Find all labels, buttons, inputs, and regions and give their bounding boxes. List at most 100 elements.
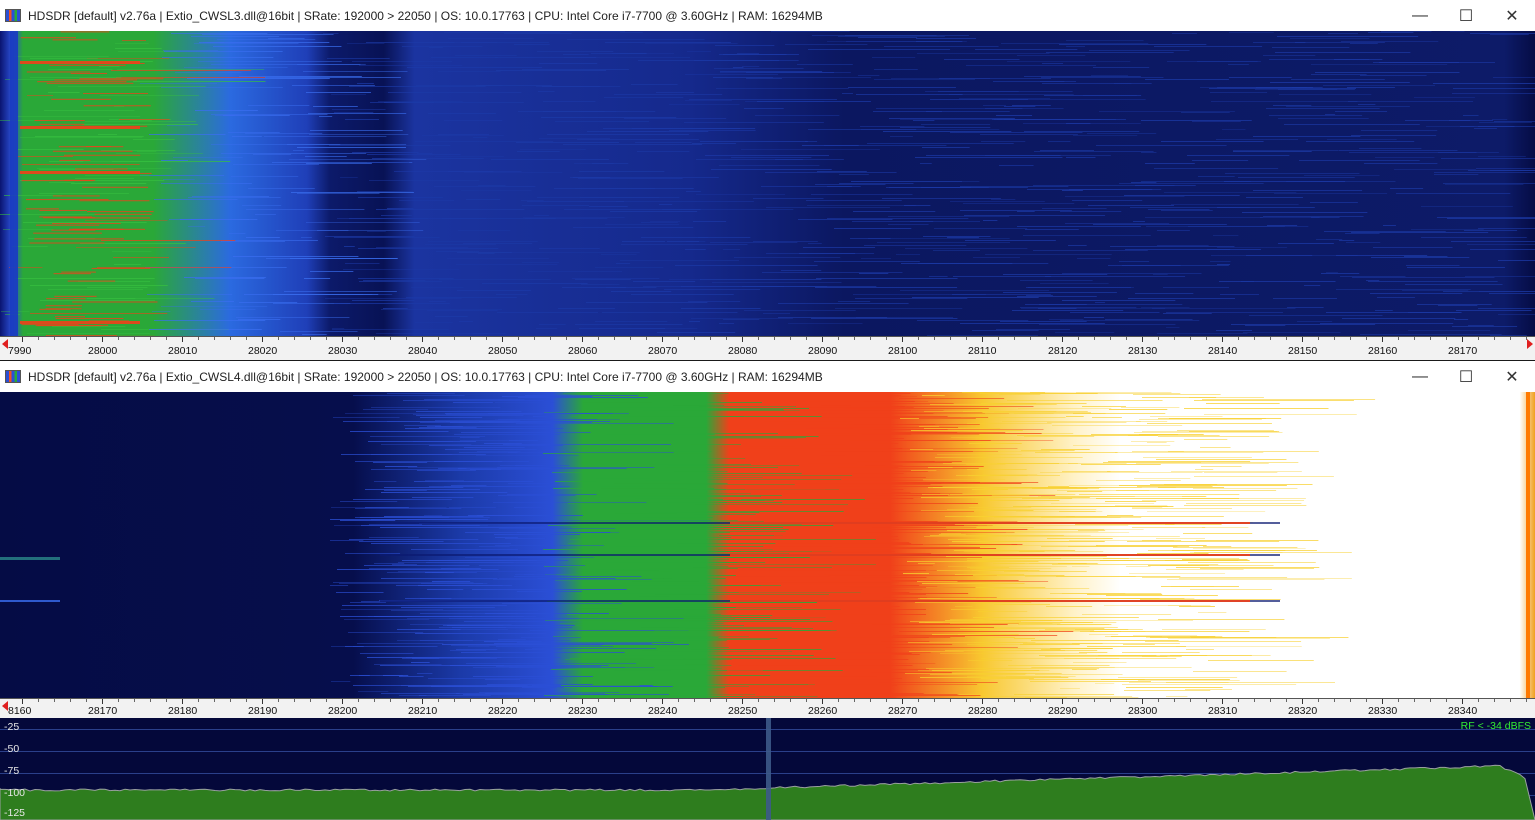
scale-minor-tick <box>1014 337 1015 340</box>
scale-minor-tick <box>1446 337 1447 340</box>
minimize-button[interactable]: — <box>1397 0 1443 31</box>
close-button[interactable]: ✕ <box>1489 0 1535 31</box>
scale-minor-tick <box>566 699 567 702</box>
spectrum-display[interactable]: -25 -50 -75 -100 -125 RF < -34 dBFS <box>0 718 1535 820</box>
title-bar[interactable]: HDSDR [default] v2.76a | Extio_CWSL4.dll… <box>0 361 1535 392</box>
scale-label: 28300 <box>1128 705 1158 717</box>
scale-minor-tick <box>1126 699 1127 702</box>
hdsdr-window-cwsl4: HDSDR [default] v2.76a | Extio_CWSL4.dll… <box>0 361 1535 820</box>
scale-minor-tick <box>438 699 439 702</box>
title-bar[interactable]: HDSDR [default] v2.76a | Extio_CWSL3.dll… <box>0 0 1535 31</box>
scale-minor-tick <box>230 699 231 702</box>
scale-minor-tick <box>1286 337 1287 340</box>
scale-tick <box>22 337 23 342</box>
scale-minor-tick <box>486 699 487 702</box>
scale-label: 28330 <box>1368 705 1398 717</box>
scale-tick <box>1462 337 1463 342</box>
scale-label: 28280 <box>968 705 998 717</box>
scale-label: 28290 <box>1048 705 1078 717</box>
scale-label: 28010 <box>168 345 198 357</box>
scale-minor-tick <box>934 337 935 340</box>
scale-minor-tick <box>1510 699 1511 702</box>
scale-minor-tick <box>1430 699 1431 702</box>
scroll-right-arrow-icon[interactable] <box>1527 339 1533 349</box>
scale-minor-tick <box>998 337 999 340</box>
scale-minor-tick <box>870 699 871 702</box>
scale-label: 28250 <box>728 705 758 717</box>
scale-minor-tick <box>854 699 855 702</box>
scale-minor-tick <box>358 337 359 340</box>
scale-minor-tick <box>1238 337 1239 340</box>
scale-minor-tick <box>678 337 679 340</box>
scale-tick <box>502 337 503 342</box>
scale-tick <box>422 337 423 342</box>
scale-tick <box>1382 337 1383 342</box>
scale-minor-tick <box>134 337 135 340</box>
scale-label: 28160 <box>1368 345 1398 357</box>
scale-minor-tick <box>758 337 759 340</box>
scale-minor-tick <box>1366 699 1367 702</box>
close-button[interactable]: ✕ <box>1489 361 1535 392</box>
db-label: -100 <box>4 787 26 799</box>
scale-minor-tick <box>1366 337 1367 340</box>
scale-minor-tick <box>214 699 215 702</box>
scale-label: 28170 <box>88 705 118 717</box>
scale-minor-tick <box>1014 699 1015 702</box>
scale-tick <box>1062 337 1063 342</box>
maximize-button[interactable]: ☐ <box>1443 361 1489 392</box>
scale-tick <box>582 699 583 704</box>
scale-label: 28260 <box>808 705 838 717</box>
scale-tick <box>1462 699 1463 704</box>
scale-minor-tick <box>374 699 375 702</box>
scale-label: 28100 <box>888 345 918 357</box>
scale-minor-tick <box>358 699 359 702</box>
scale-label: 28270 <box>888 705 918 717</box>
frequency-scale[interactable]: 7990 28000 28010 28020 28030 28040 28050 28060 2… <box>0 336 1535 360</box>
scale-minor-tick <box>694 337 695 340</box>
maximize-button[interactable]: ☐ <box>1443 0 1489 31</box>
scale-minor-tick <box>806 337 807 340</box>
scale-minor-tick <box>646 699 647 702</box>
scale-tick <box>1302 337 1303 342</box>
scale-minor-tick <box>150 337 151 340</box>
scale-minor-tick <box>38 337 39 340</box>
scale-label: 28190 <box>248 705 278 717</box>
scale-tick <box>822 699 823 704</box>
scale-label: 28200 <box>328 705 358 717</box>
scale-minor-tick <box>614 699 615 702</box>
scale-minor-tick <box>566 337 567 340</box>
scale-minor-tick <box>86 337 87 340</box>
minimize-button[interactable]: — <box>1397 361 1443 392</box>
scale-tick <box>182 699 183 704</box>
scale-minor-tick <box>198 699 199 702</box>
scale-minor-tick <box>518 699 519 702</box>
scale-minor-tick <box>310 337 311 340</box>
frequency-scale[interactable]: 8160 28170 28180 28190 28200 28210 28220 28230 2… <box>0 698 1535 719</box>
scale-minor-tick <box>1078 699 1079 702</box>
tuning-marker[interactable] <box>766 718 771 820</box>
scale-tick <box>342 699 343 704</box>
waterfall-display[interactable] <box>0 392 1535 698</box>
tuning-edge-marker[interactable] <box>1526 392 1530 698</box>
scale-minor-tick <box>934 699 935 702</box>
scale-minor-tick <box>790 699 791 702</box>
scale-label: 28110 <box>968 345 997 357</box>
scale-minor-tick <box>726 699 727 702</box>
scale-minor-tick <box>598 337 599 340</box>
scale-label: 28220 <box>488 705 518 717</box>
db-label: -25 <box>4 721 20 733</box>
hdsdr-app-icon[interactable] <box>5 370 21 383</box>
scale-tick <box>982 699 983 704</box>
scale-tick <box>822 337 823 342</box>
scale-minor-tick <box>838 337 839 340</box>
scale-minor-tick <box>518 337 519 340</box>
scale-minor-tick <box>1478 337 1479 340</box>
waterfall-display[interactable] <box>0 31 1535 336</box>
scale-label: 28030 <box>328 345 358 357</box>
scale-tick <box>982 337 983 342</box>
scale-minor-tick <box>166 337 167 340</box>
hdsdr-app-icon[interactable] <box>5 9 21 22</box>
scale-minor-tick <box>1286 699 1287 702</box>
scale-label: 28040 <box>408 345 438 357</box>
scale-minor-tick <box>1078 337 1079 340</box>
